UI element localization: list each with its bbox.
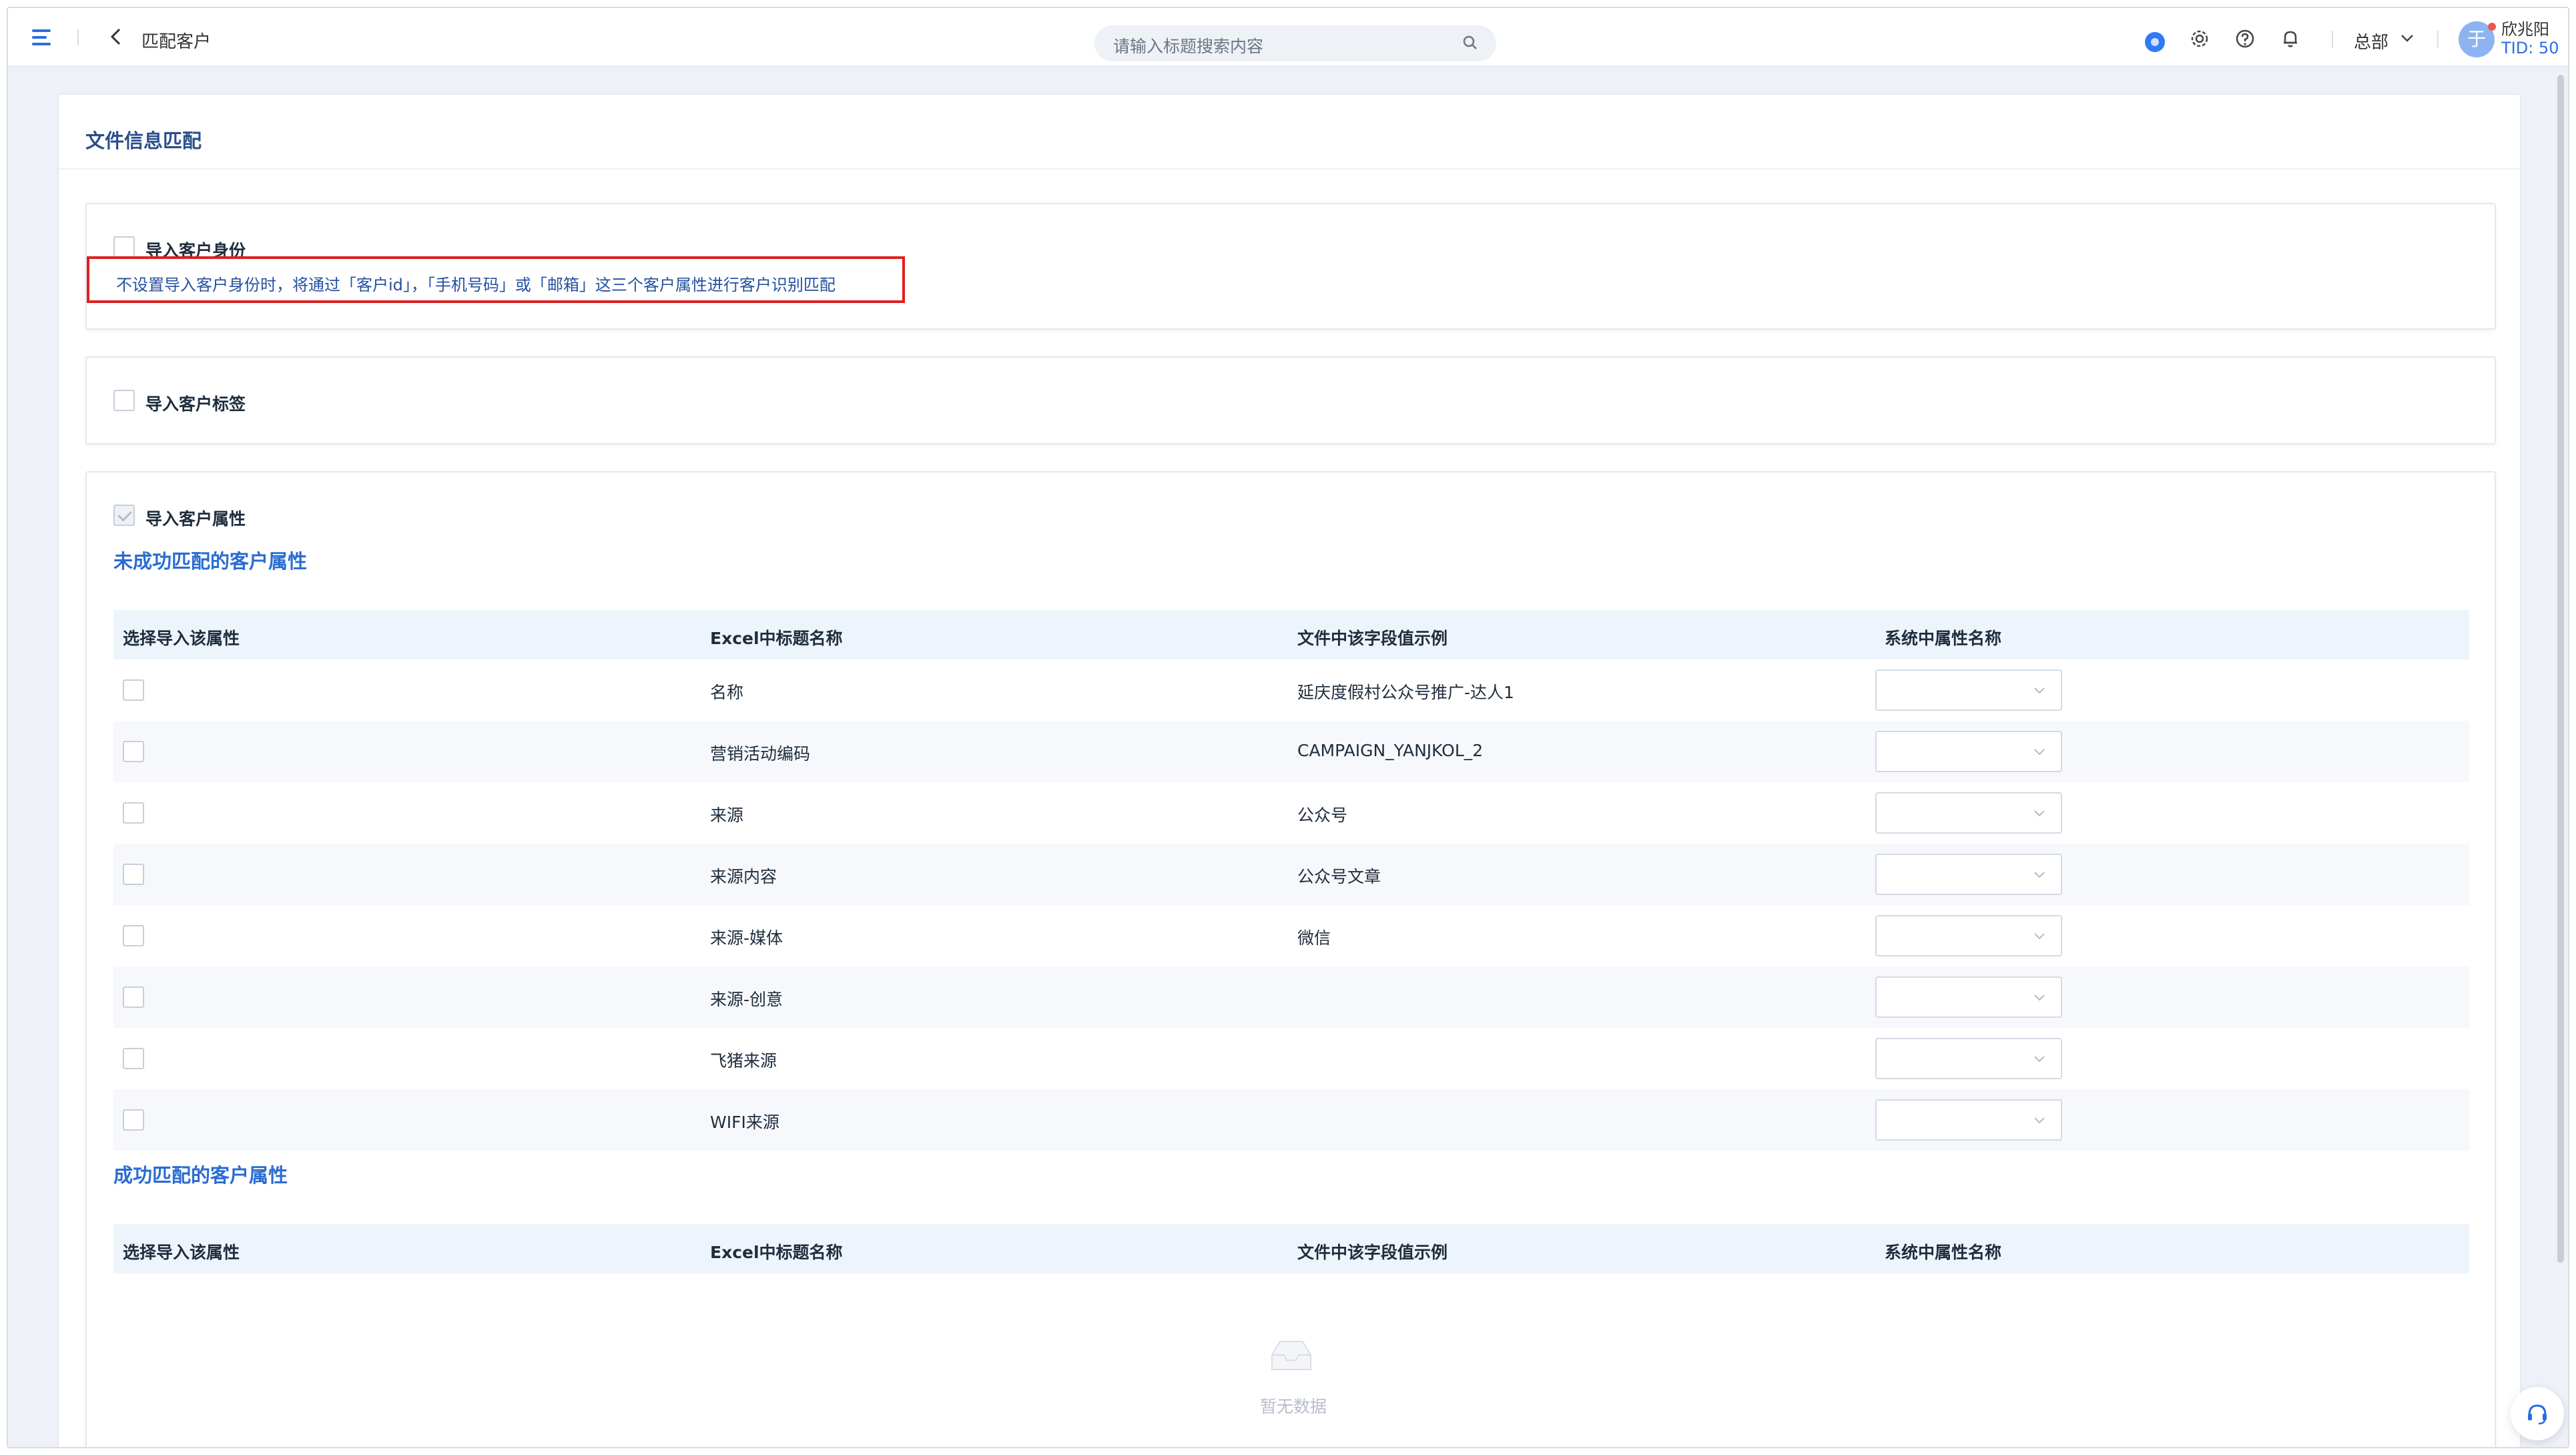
import-tags-label: 导入客户标签	[145, 394, 246, 414]
system-attribute-select[interactable]	[1875, 1038, 2062, 1079]
table-row: WIFI来源	[113, 1089, 2469, 1151]
table-row: 来源 公众号	[113, 782, 2469, 844]
excel-title-cell: 来源内容	[710, 867, 777, 886]
top-bar: 匹配客户 请输入标题搜索内容 总部 于 欣兆阳 TID: 50	[8, 8, 2568, 67]
column-header: 系统中属性名称	[1885, 1243, 2002, 1262]
matched-table: 选择导入该属性 Excel中标题名称 文件中该字段值示例 系统中属性名称	[113, 1224, 2469, 1273]
system-attribute-select[interactable]	[1875, 976, 2062, 1018]
example-value-cell: 微信	[1297, 928, 1331, 948]
system-attribute-select[interactable]	[1875, 854, 2062, 895]
excel-title-cell: 来源-媒体	[710, 928, 783, 948]
table-row: 来源-创意	[113, 966, 2469, 1028]
table-row: 营销活动编码 CAMPAIGN_YANJKOL_2	[113, 721, 2469, 782]
unmatched-title: 未成功匹配的客户属性	[113, 550, 308, 573]
system-attribute-select[interactable]	[1875, 731, 2062, 772]
chevron-down-icon[interactable]	[2398, 29, 2416, 47]
hint-highlight-box: 不设置导入客户身份时，将通过「客户id」，「手机号码」或「邮箱」这三个客户属性进…	[87, 256, 905, 303]
chevron-down-icon	[2034, 994, 2045, 1001]
bell-icon[interactable]	[2280, 28, 2301, 49]
page-title: 匹配客户	[141, 32, 212, 52]
column-header: Excel中标题名称	[710, 1243, 843, 1262]
excel-title-cell: 来源-创意	[710, 990, 783, 1009]
chevron-down-icon	[2034, 1056, 2045, 1063]
example-value-cell: 公众号	[1297, 806, 1348, 825]
divider	[59, 168, 2520, 170]
example-value-cell: CAMPAIGN_YANJKOL_2	[1297, 741, 1484, 760]
import-tags-checkbox[interactable]	[113, 390, 135, 411]
chevron-down-icon	[2034, 687, 2045, 694]
excel-title-cell: 名称	[710, 683, 744, 702]
support-button[interactable]	[2511, 1387, 2564, 1440]
help-icon[interactable]	[2234, 28, 2256, 49]
import-attributes-label: 导入客户属性	[145, 509, 246, 529]
matched-title: 成功匹配的客户属性	[113, 1164, 288, 1187]
tags-section: 导入客户标签	[85, 356, 2496, 445]
column-header: 系统中属性名称	[1885, 629, 2002, 648]
excel-title-cell: 来源	[710, 806, 744, 825]
row-select-checkbox[interactable]	[123, 1048, 144, 1069]
search-placeholder: 请输入标题搜索内容	[1113, 37, 1264, 56]
scrollbar[interactable]	[2557, 75, 2564, 1263]
system-attribute-select[interactable]	[1875, 915, 2062, 956]
system-attribute-select[interactable]	[1875, 1099, 2062, 1141]
search-input[interactable]: 请输入标题搜索内容	[1094, 25, 1496, 61]
divider	[77, 29, 79, 45]
divider	[2437, 31, 2439, 48]
divider	[2332, 31, 2333, 48]
table-row: 名称 延庆度假村公众号推广-达人1	[113, 659, 2469, 721]
card-title: 文件信息匹配	[85, 129, 202, 152]
table-header: 选择导入该属性 Excel中标题名称 文件中该字段值示例 系统中属性名称	[113, 610, 2469, 659]
identity-section: 导入客户身份 不设置导入客户身份时，将通过「客户id」，「手机号码」或「邮箱」这…	[85, 203, 2496, 330]
chevron-down-icon	[2034, 1117, 2045, 1124]
gear-icon[interactable]	[2189, 28, 2210, 49]
chevron-down-icon	[2034, 872, 2045, 878]
example-value-cell: 公众号文章	[1297, 867, 1381, 886]
table-row: 来源-媒体 微信	[113, 905, 2469, 966]
system-attribute-select[interactable]	[1875, 669, 2062, 711]
search-icon[interactable]	[1462, 34, 1479, 51]
row-select-checkbox[interactable]	[123, 741, 144, 762]
import-attributes-checkbox[interactable]	[113, 505, 135, 526]
headset-icon	[2528, 1404, 2547, 1425]
excel-title-cell: WIFI来源	[710, 1113, 779, 1132]
row-select-checkbox[interactable]	[123, 986, 144, 1008]
row-select-checkbox[interactable]	[123, 802, 144, 824]
status-dot-icon[interactable]	[2145, 32, 2165, 52]
org-selector[interactable]: 总部	[2354, 29, 2388, 53]
back-button[interactable]	[108, 27, 128, 48]
user-tid: TID: 50	[2501, 39, 2559, 57]
example-value-cell: 延庆度假村公众号推广-达人1	[1297, 683, 1514, 702]
row-select-checkbox[interactable]	[123, 1109, 144, 1131]
chevron-left-icon	[110, 28, 121, 45]
unmatched-table: 选择导入该属性 Excel中标题名称 文件中该字段值示例 系统中属性名称 名称 …	[113, 610, 2469, 1151]
row-select-checkbox[interactable]	[123, 925, 144, 946]
app-window: 匹配客户 请输入标题搜索内容 总部 于 欣兆阳 TID: 50 文件信息匹配 导…	[7, 7, 2569, 1448]
menu-icon[interactable]	[32, 28, 55, 47]
column-header: 文件中该字段值示例	[1297, 629, 1448, 648]
column-header: 选择导入该属性	[123, 1243, 240, 1262]
empty-text: 暂无数据	[1260, 1397, 1327, 1416]
chevron-down-icon	[2034, 810, 2045, 817]
attributes-section: 导入客户属性 未成功匹配的客户属性 选择导入该属性 Excel中标题名称 文件中…	[85, 471, 2496, 1447]
table-row: 来源内容 公众号文章	[113, 844, 2469, 905]
notification-badge	[2488, 23, 2496, 31]
chevron-down-icon	[2034, 749, 2045, 756]
empty-inbox-icon	[1271, 1341, 1311, 1370]
column-header: 文件中该字段值示例	[1297, 1243, 1448, 1262]
user-name[interactable]: 欣兆阳	[2501, 20, 2549, 39]
excel-title-cell: 飞猪来源	[710, 1051, 777, 1071]
column-header: 选择导入该属性	[123, 629, 240, 648]
file-match-card: 文件信息匹配 导入客户身份 不设置导入客户身份时，将通过「客户id」，「手机号码…	[57, 93, 2521, 1447]
row-select-checkbox[interactable]	[123, 864, 144, 885]
row-select-checkbox[interactable]	[123, 679, 144, 701]
table-row: 飞猪来源	[113, 1028, 2469, 1089]
system-attribute-select[interactable]	[1875, 792, 2062, 834]
column-header: Excel中标题名称	[710, 629, 843, 648]
chevron-down-icon	[2034, 933, 2045, 940]
excel-title-cell: 营销活动编码	[710, 744, 811, 764]
table-header: 选择导入该属性 Excel中标题名称 文件中该字段值示例 系统中属性名称	[113, 1224, 2469, 1273]
import-identity-checkbox[interactable]	[113, 236, 135, 258]
identity-hint-text: 不设置导入客户身份时，将通过「客户id」，「手机号码」或「邮箱」这三个客户属性进…	[116, 276, 836, 294]
